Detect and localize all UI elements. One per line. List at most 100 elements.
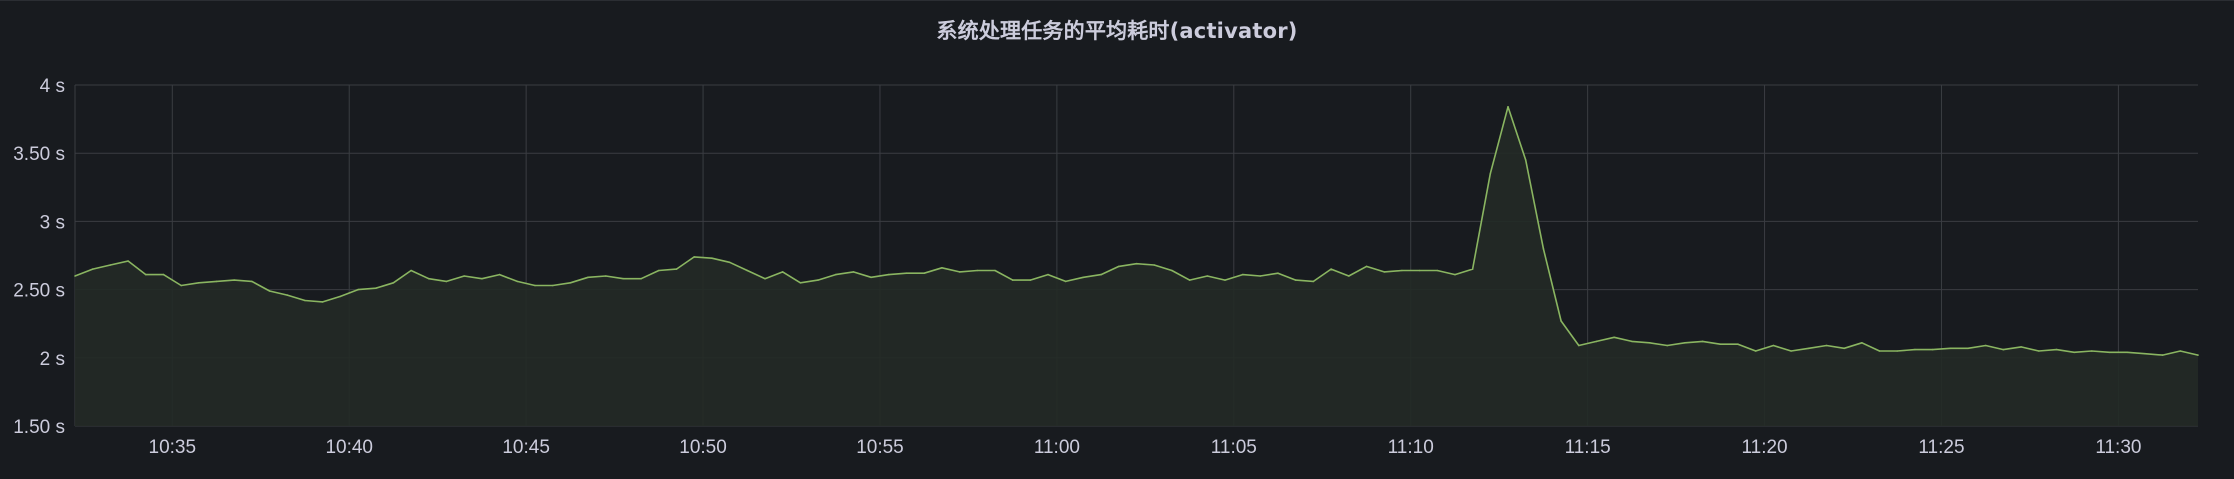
- data-point: [180, 284, 182, 287]
- data-point: [1560, 320, 1562, 322]
- data-point: [764, 277, 766, 280]
- data-point: [1064, 280, 1067, 283]
- data-point: [1418, 269, 1421, 272]
- data-point: [711, 257, 713, 260]
- data-point: [1330, 268, 1332, 270]
- data-point: [1489, 172, 1492, 175]
- data-point: [1737, 343, 1739, 346]
- data-point: [834, 273, 837, 276]
- data-point: [74, 275, 76, 277]
- data-point: [1931, 348, 1934, 351]
- x-tick-label: 11:15: [1565, 437, 1611, 458]
- x-tick-label: 10:40: [325, 437, 373, 458]
- data-point: [1719, 343, 1722, 346]
- data-point: [1684, 342, 1686, 344]
- data-point: [2108, 351, 2111, 354]
- data-point: [2055, 348, 2058, 351]
- data-point: [1171, 269, 1173, 272]
- data-point: [958, 271, 961, 273]
- data-point: [1949, 347, 1952, 350]
- data-point: [1454, 273, 1456, 276]
- data-point: [640, 277, 642, 280]
- data-point: [888, 273, 890, 276]
- y-tick-label: 3.50 s: [13, 144, 65, 165]
- y-tick-label: 1.50 s: [13, 417, 65, 438]
- data-point: [1772, 344, 1775, 347]
- data-point: [1436, 269, 1439, 272]
- data-point: [1524, 159, 1527, 161]
- data-point: [1082, 276, 1085, 279]
- data-point: [91, 268, 94, 270]
- data-point: [2073, 351, 2075, 354]
- data-point: [251, 280, 253, 283]
- data-point: [905, 272, 908, 275]
- data-point: [2020, 346, 2022, 348]
- data-point: [551, 284, 554, 287]
- data-point: [1471, 268, 1474, 270]
- data-point: [1365, 265, 1368, 268]
- data-point: [1878, 350, 1881, 352]
- data-point: [481, 277, 483, 280]
- data-point: [923, 272, 925, 275]
- data-point: [587, 276, 589, 279]
- data-point: [1153, 264, 1155, 266]
- data-point: [1188, 279, 1191, 281]
- x-tick-label: 11:25: [1918, 437, 1964, 458]
- data-point: [445, 280, 448, 283]
- x-tick-label: 10:45: [502, 437, 550, 458]
- data-point: [428, 277, 430, 280]
- x-tick-label: 10:35: [149, 437, 197, 458]
- data-point: [1011, 279, 1014, 281]
- data-point: [1294, 279, 1297, 281]
- data-point: [622, 277, 625, 280]
- data-point: [534, 284, 536, 287]
- data-point: [1542, 247, 1545, 250]
- data-point: [304, 299, 306, 302]
- data-point: [1383, 271, 1385, 273]
- data-point: [1914, 348, 1916, 351]
- data-point: [2179, 350, 2182, 352]
- data-point: [2144, 352, 2146, 355]
- data-point: [1401, 269, 1403, 272]
- data-point: [1224, 279, 1226, 281]
- x-tick-label: 11:30: [2095, 437, 2141, 458]
- data-point: [2161, 354, 2164, 356]
- data-point: [162, 273, 165, 276]
- data-point: [1277, 272, 1279, 275]
- data-point: [2126, 351, 2128, 354]
- data-point: [198, 282, 200, 284]
- data-point: [1808, 347, 1810, 350]
- data-point: [1029, 279, 1032, 281]
- data-point: [498, 273, 501, 276]
- data-point: [410, 269, 412, 272]
- data-point: [145, 273, 147, 276]
- data-point: [1100, 273, 1102, 276]
- data-point: [1259, 275, 1262, 277]
- x-tick-label: 11:05: [1211, 437, 1257, 458]
- data-point: [268, 290, 271, 292]
- data-point: [392, 282, 395, 284]
- data-point: [1507, 106, 1509, 108]
- y-tick-label: 2.50 s: [13, 281, 65, 302]
- data-point: [215, 280, 218, 283]
- data-point: [1312, 280, 1315, 283]
- data-point: [941, 267, 943, 269]
- x-tick-label: 10:55: [856, 437, 904, 458]
- data-point: [781, 271, 784, 273]
- data-point: [1118, 265, 1120, 268]
- data-point: [357, 288, 359, 291]
- x-tick-label: 11:10: [1388, 437, 1434, 458]
- data-point: [1648, 342, 1651, 344]
- data-point: [1135, 262, 1138, 265]
- data-point: [1666, 344, 1669, 347]
- data-point: [339, 295, 342, 298]
- data-point: [870, 276, 872, 279]
- data-point: [1984, 344, 1987, 347]
- data-point: [994, 269, 996, 272]
- data-point: [1861, 342, 1863, 344]
- data-point: [728, 261, 731, 264]
- data-point: [375, 287, 377, 290]
- data-point: [746, 269, 749, 272]
- data-point: [1967, 347, 1969, 350]
- data-point: [1595, 340, 1598, 343]
